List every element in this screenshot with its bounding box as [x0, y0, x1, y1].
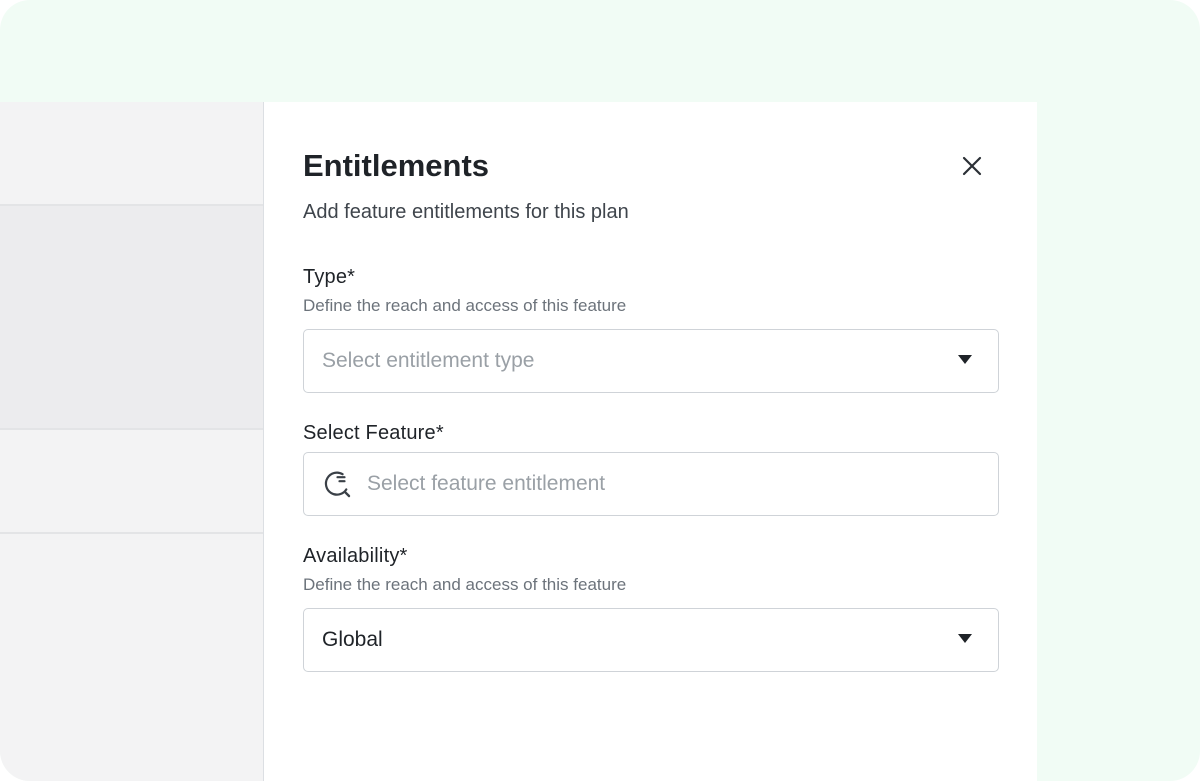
search-icon [322, 469, 352, 499]
entitlement-type-select[interactable]: Select entitlement type [303, 329, 999, 393]
type-label: Type* [303, 266, 356, 288]
close-icon [962, 156, 982, 176]
app-frame: Entitlements Add feature entitlements fo… [0, 0, 1200, 781]
availability-selected-value: Global [322, 628, 383, 651]
availability-select[interactable]: Global [303, 608, 999, 672]
caret-down-icon [958, 634, 972, 643]
caret-down-icon [958, 355, 972, 364]
feature-search-placeholder: Select feature entitlement [367, 472, 606, 495]
background-table-row [0, 204, 263, 430]
drawer-subtitle: Add feature entitlements for this plan [303, 201, 629, 223]
entitlements-drawer: Entitlements Add feature entitlements fo… [263, 102, 1037, 781]
availability-hint: Define the reach and access of this feat… [303, 575, 627, 594]
select-feature-label: Select Feature* [303, 422, 444, 444]
background-page [0, 102, 263, 781]
availability-label: Availability* [303, 545, 408, 567]
close-button[interactable] [956, 150, 988, 182]
background-row-divider [0, 532, 263, 534]
type-hint: Define the reach and access of this feat… [303, 296, 627, 315]
feature-search-input[interactable]: Select feature entitlement [303, 452, 999, 516]
entitlement-type-placeholder: Select entitlement type [322, 349, 535, 372]
drawer-title: Entitlements [303, 148, 490, 183]
